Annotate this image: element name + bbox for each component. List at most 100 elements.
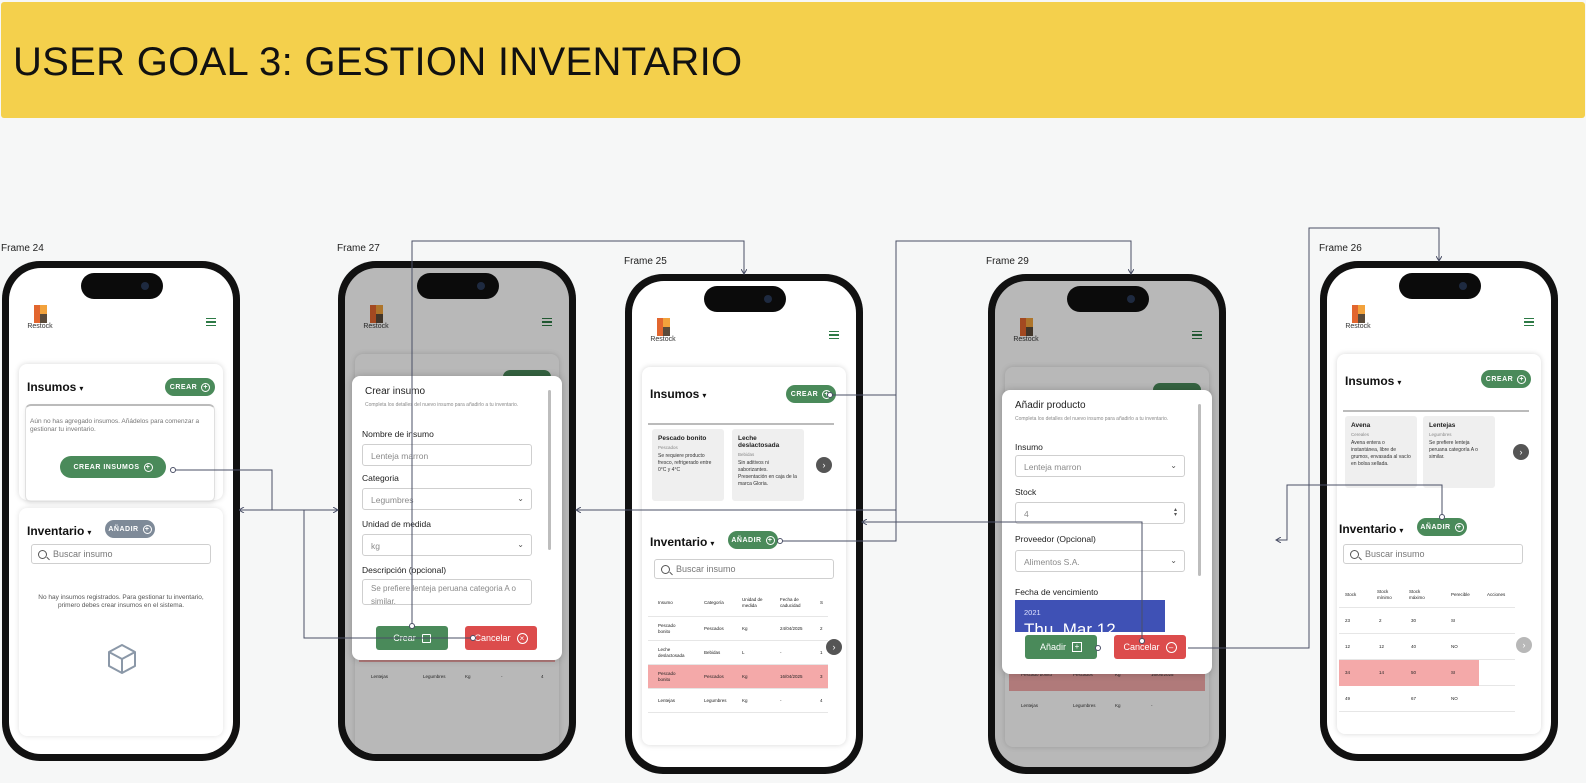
inventario-heading[interactable]: Inventario ▾ <box>27 524 91 538</box>
cancelar-button[interactable]: Cancelar × <box>465 626 537 650</box>
descripcion-label: Descripción (opcional) <box>362 565 447 575</box>
anadir-button[interactable]: AÑADIR + <box>728 531 778 549</box>
frame-label-27: Frame 27 <box>337 243 380 254</box>
page-title: USER GOAL 3: GESTION INVENTARIO <box>13 40 743 84</box>
table-header: Insumo Categoría Unidad de medida Fecha … <box>648 589 828 617</box>
crear-insumo-modal: Crear insumo Completa los detalles del n… <box>352 376 562 660</box>
insumo-card[interactable]: Leche deslactosada Bebidas Sin aditivos ni… <box>732 429 804 501</box>
plus-circle-icon: + <box>143 462 153 472</box>
table-row[interactable]: 23 2 30 SI <box>1339 608 1515 634</box>
table-row[interactable]: Lentejas Legumbres Kg -4 <box>648 689 828 713</box>
restock-logo: Restock <box>648 318 678 343</box>
modal-subtitle: Completa los detalles del nuevo insumo p… <box>1015 416 1169 422</box>
anadir-button[interactable]: AÑADIR + <box>105 520 155 538</box>
search-input[interactable]: Buscar insumo <box>31 544 211 564</box>
nombre-input[interactable]: Lenteja marron <box>362 444 532 466</box>
empty-inventario-text: No hay insumos registrados. Para gestion… <box>38 594 204 609</box>
scrollbar[interactable] <box>548 390 551 550</box>
next-arrow-icon[interactable]: › <box>826 639 842 655</box>
dynamic-island <box>1399 273 1481 299</box>
menu-icon[interactable] <box>1524 318 1534 326</box>
plus-circle-icon: + <box>822 389 832 399</box>
stepper-icon: ▴ ▾ <box>1173 507 1177 518</box>
unidad-select[interactable]: kg ⌄ <box>362 534 532 556</box>
chevron-down-icon: ⌄ <box>517 494 524 503</box>
screen: Restock Insumos ▾ CREAR + Avena Cereales Ave… <box>1327 268 1551 754</box>
modal-title: Añadir producto <box>1015 400 1086 411</box>
inventario-card: Inventario ▾ AÑADIR + Buscar insumo No hay… <box>19 508 223 736</box>
main-card: Insumos ▾ CREAR + Avena Cereales Avena enter… <box>1337 354 1541 734</box>
inventory-table: Insumo Categoría Unidad de medida Fecha … <box>648 589 828 719</box>
modal-title: Crear insumo <box>365 386 426 397</box>
inventory-table: Stock Stock mínimo Stock máximo Perecibl… <box>1339 582 1515 712</box>
table-row[interactable]: 12 12 40 NO <box>1339 634 1515 660</box>
search-input[interactable]: Buscar insumo <box>1343 544 1523 564</box>
categoria-select[interactable]: Legumbres ⌄ <box>362 488 532 510</box>
insumo-card[interactable]: Lentejas Legumbres Se prefiere lenteja per… <box>1423 416 1495 488</box>
inventario-heading[interactable]: Inventario ▾ <box>650 535 714 549</box>
dynamic-island <box>1067 286 1149 312</box>
crear-button[interactable]: CREAR + <box>1481 370 1531 388</box>
phone-frame-24: Restock Insumos ▾ CREAR + Aún no has agreg… <box>2 261 240 761</box>
table-row[interactable]: Pescado bonito Pescados Kg 16/04/2025 3 <box>648 665 828 689</box>
table-row[interactable]: 49 67 NO <box>1339 686 1515 712</box>
menu-icon[interactable] <box>829 331 839 339</box>
chevron-down-icon: ⌄ <box>1170 461 1177 470</box>
table-row[interactable]: Leche deslactosada Bebidas L -1 <box>648 641 828 665</box>
anadir-producto-modal: Añadir producto Completa los detalles de… <box>1002 390 1212 674</box>
screen: Restock Insumos ▾ CREAR + Pescado bonito Pe… <box>632 281 856 767</box>
insumos-heading[interactable]: Insumos ▾ <box>27 380 83 394</box>
main-card: Insumos ▾ CREAR + Pescado bonito Pescados Se… <box>642 367 846 745</box>
screen: Restock Insumos ▾ CREAR + Aún no has agreg… <box>9 268 233 754</box>
unidad-label: Unidad de medida <box>362 519 431 529</box>
close-circle-icon: × <box>516 632 528 644</box>
crear-button[interactable]: CREAR + <box>786 385 836 403</box>
stock-stepper[interactable]: 4 ▴ ▾ <box>1015 502 1185 524</box>
dynamic-island <box>704 286 786 312</box>
insumo-card[interactable]: Pescado bonito Pescados Se requiere produc… <box>652 429 724 501</box>
date-picker-header[interactable]: 2021 Thu, Mar 12 <box>1015 600 1165 632</box>
restock-logo: Restock <box>25 305 55 330</box>
anadir-button[interactable]: AÑADIR + <box>1417 518 1467 536</box>
search-icon <box>661 564 670 574</box>
menu-icon[interactable] <box>206 318 216 326</box>
insumos-heading[interactable]: Insumos ▾ <box>1345 374 1401 388</box>
insumo-label: Insumo <box>1015 442 1043 452</box>
next-arrow-icon[interactable]: › <box>1516 637 1532 653</box>
plus-circle-icon: + <box>765 535 775 545</box>
search-input[interactable]: Buscar insumo <box>654 559 834 579</box>
proveedor-select[interactable]: Alimentos S.A. ⌄ <box>1015 550 1185 572</box>
crear-button[interactable]: Crear <box>376 626 448 650</box>
insumos-heading[interactable]: Insumos ▾ <box>650 387 706 401</box>
cube-icon <box>108 644 136 674</box>
scrollbar[interactable] <box>1198 404 1201 576</box>
table-row[interactable]: Pescado bonito Pescados Kg 24/04/2025 2 <box>648 617 828 641</box>
stock-label: Stock <box>1015 487 1037 497</box>
title-banner: USER GOAL 3: GESTION INVENTARIO <box>1 2 1585 118</box>
cancelar-button[interactable]: Cancelar – <box>1114 635 1186 659</box>
table-header: Stock Stock mínimo Stock máximo Perecibl… <box>1339 582 1515 608</box>
next-arrow-icon[interactable]: › <box>816 457 832 473</box>
crear-button[interactable]: CREAR + <box>165 378 215 396</box>
frame-label-26: Frame 26 <box>1319 243 1362 254</box>
dynamic-island <box>417 273 499 299</box>
phone-frame-25: Restock Insumos ▾ CREAR + Pescado bonito Pe… <box>625 274 863 774</box>
insumo-card[interactable]: Avena Cereales Avena entera o instantánea,… <box>1345 416 1417 488</box>
insumo-select[interactable]: Lenteja marron ⌄ <box>1015 455 1185 477</box>
restock-logo: Restock <box>1343 305 1373 330</box>
inventario-heading[interactable]: Inventario ▾ <box>1339 522 1403 536</box>
descripcion-textarea[interactable]: Se prefiere lenteja peruana categoria A … <box>362 579 532 605</box>
nombre-label: Nombre de insumo <box>362 429 434 439</box>
frame-label-25: Frame 25 <box>624 256 667 267</box>
search-icon <box>1350 549 1359 559</box>
frame-label-24: Frame 24 <box>1 243 44 254</box>
table-row[interactable]: 34 14 50 SI <box>1339 660 1515 686</box>
frame-label-29: Frame 29 <box>986 256 1029 267</box>
chevron-down-icon: ⌄ <box>517 540 524 549</box>
anadir-button[interactable]: Añadir + <box>1025 635 1097 659</box>
dynamic-island <box>81 273 163 299</box>
crear-insumos-button[interactable]: CREAR INSUMOS + <box>60 456 166 478</box>
next-arrow-icon[interactable]: › <box>1513 444 1529 460</box>
categoria-label: Categoria <box>362 473 399 483</box>
add-box-icon: + <box>1072 642 1082 652</box>
